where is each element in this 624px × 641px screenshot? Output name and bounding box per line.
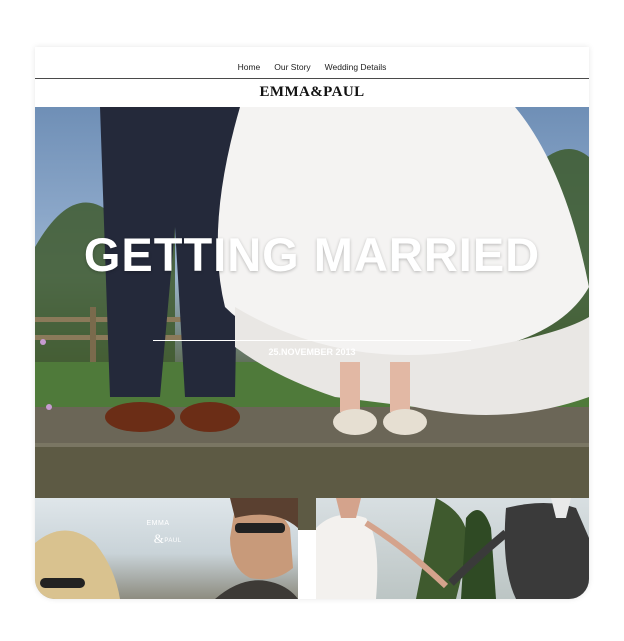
hero-banner: GETTING MARRIED 25.NOVEMBER 2013 <box>35 107 589 530</box>
thumbnail-name-1: EMMA <box>146 520 170 527</box>
nav-wedding-details-link[interactable]: Wedding Details <box>325 62 387 72</box>
nav-our-story-link[interactable]: Our Story <box>274 62 310 72</box>
gallery-thumbnail-couple[interactable]: EMMA & PAUL <box>35 498 298 599</box>
top-navigation: Home Our Story Wedding Details <box>35 47 589 79</box>
hero-title: GETTING MARRIED <box>83 228 541 281</box>
hero-date: 25.NOVEMBER 2013 <box>268 347 356 357</box>
nav-home-link[interactable]: Home <box>238 62 261 72</box>
thumbnail-name-2: PAUL <box>164 538 182 544</box>
site-logo[interactable]: EMMA&PAUL <box>35 84 589 101</box>
holding-hands-photo <box>316 498 589 599</box>
gallery-thumbnail-holding-hands[interactable] <box>316 498 589 599</box>
site-preview-frame: Home Our Story Wedding Details EMMA&PAUL <box>35 47 589 599</box>
hero-divider <box>153 340 471 341</box>
hero-photo <box>35 107 589 530</box>
couple-photo <box>35 498 298 599</box>
